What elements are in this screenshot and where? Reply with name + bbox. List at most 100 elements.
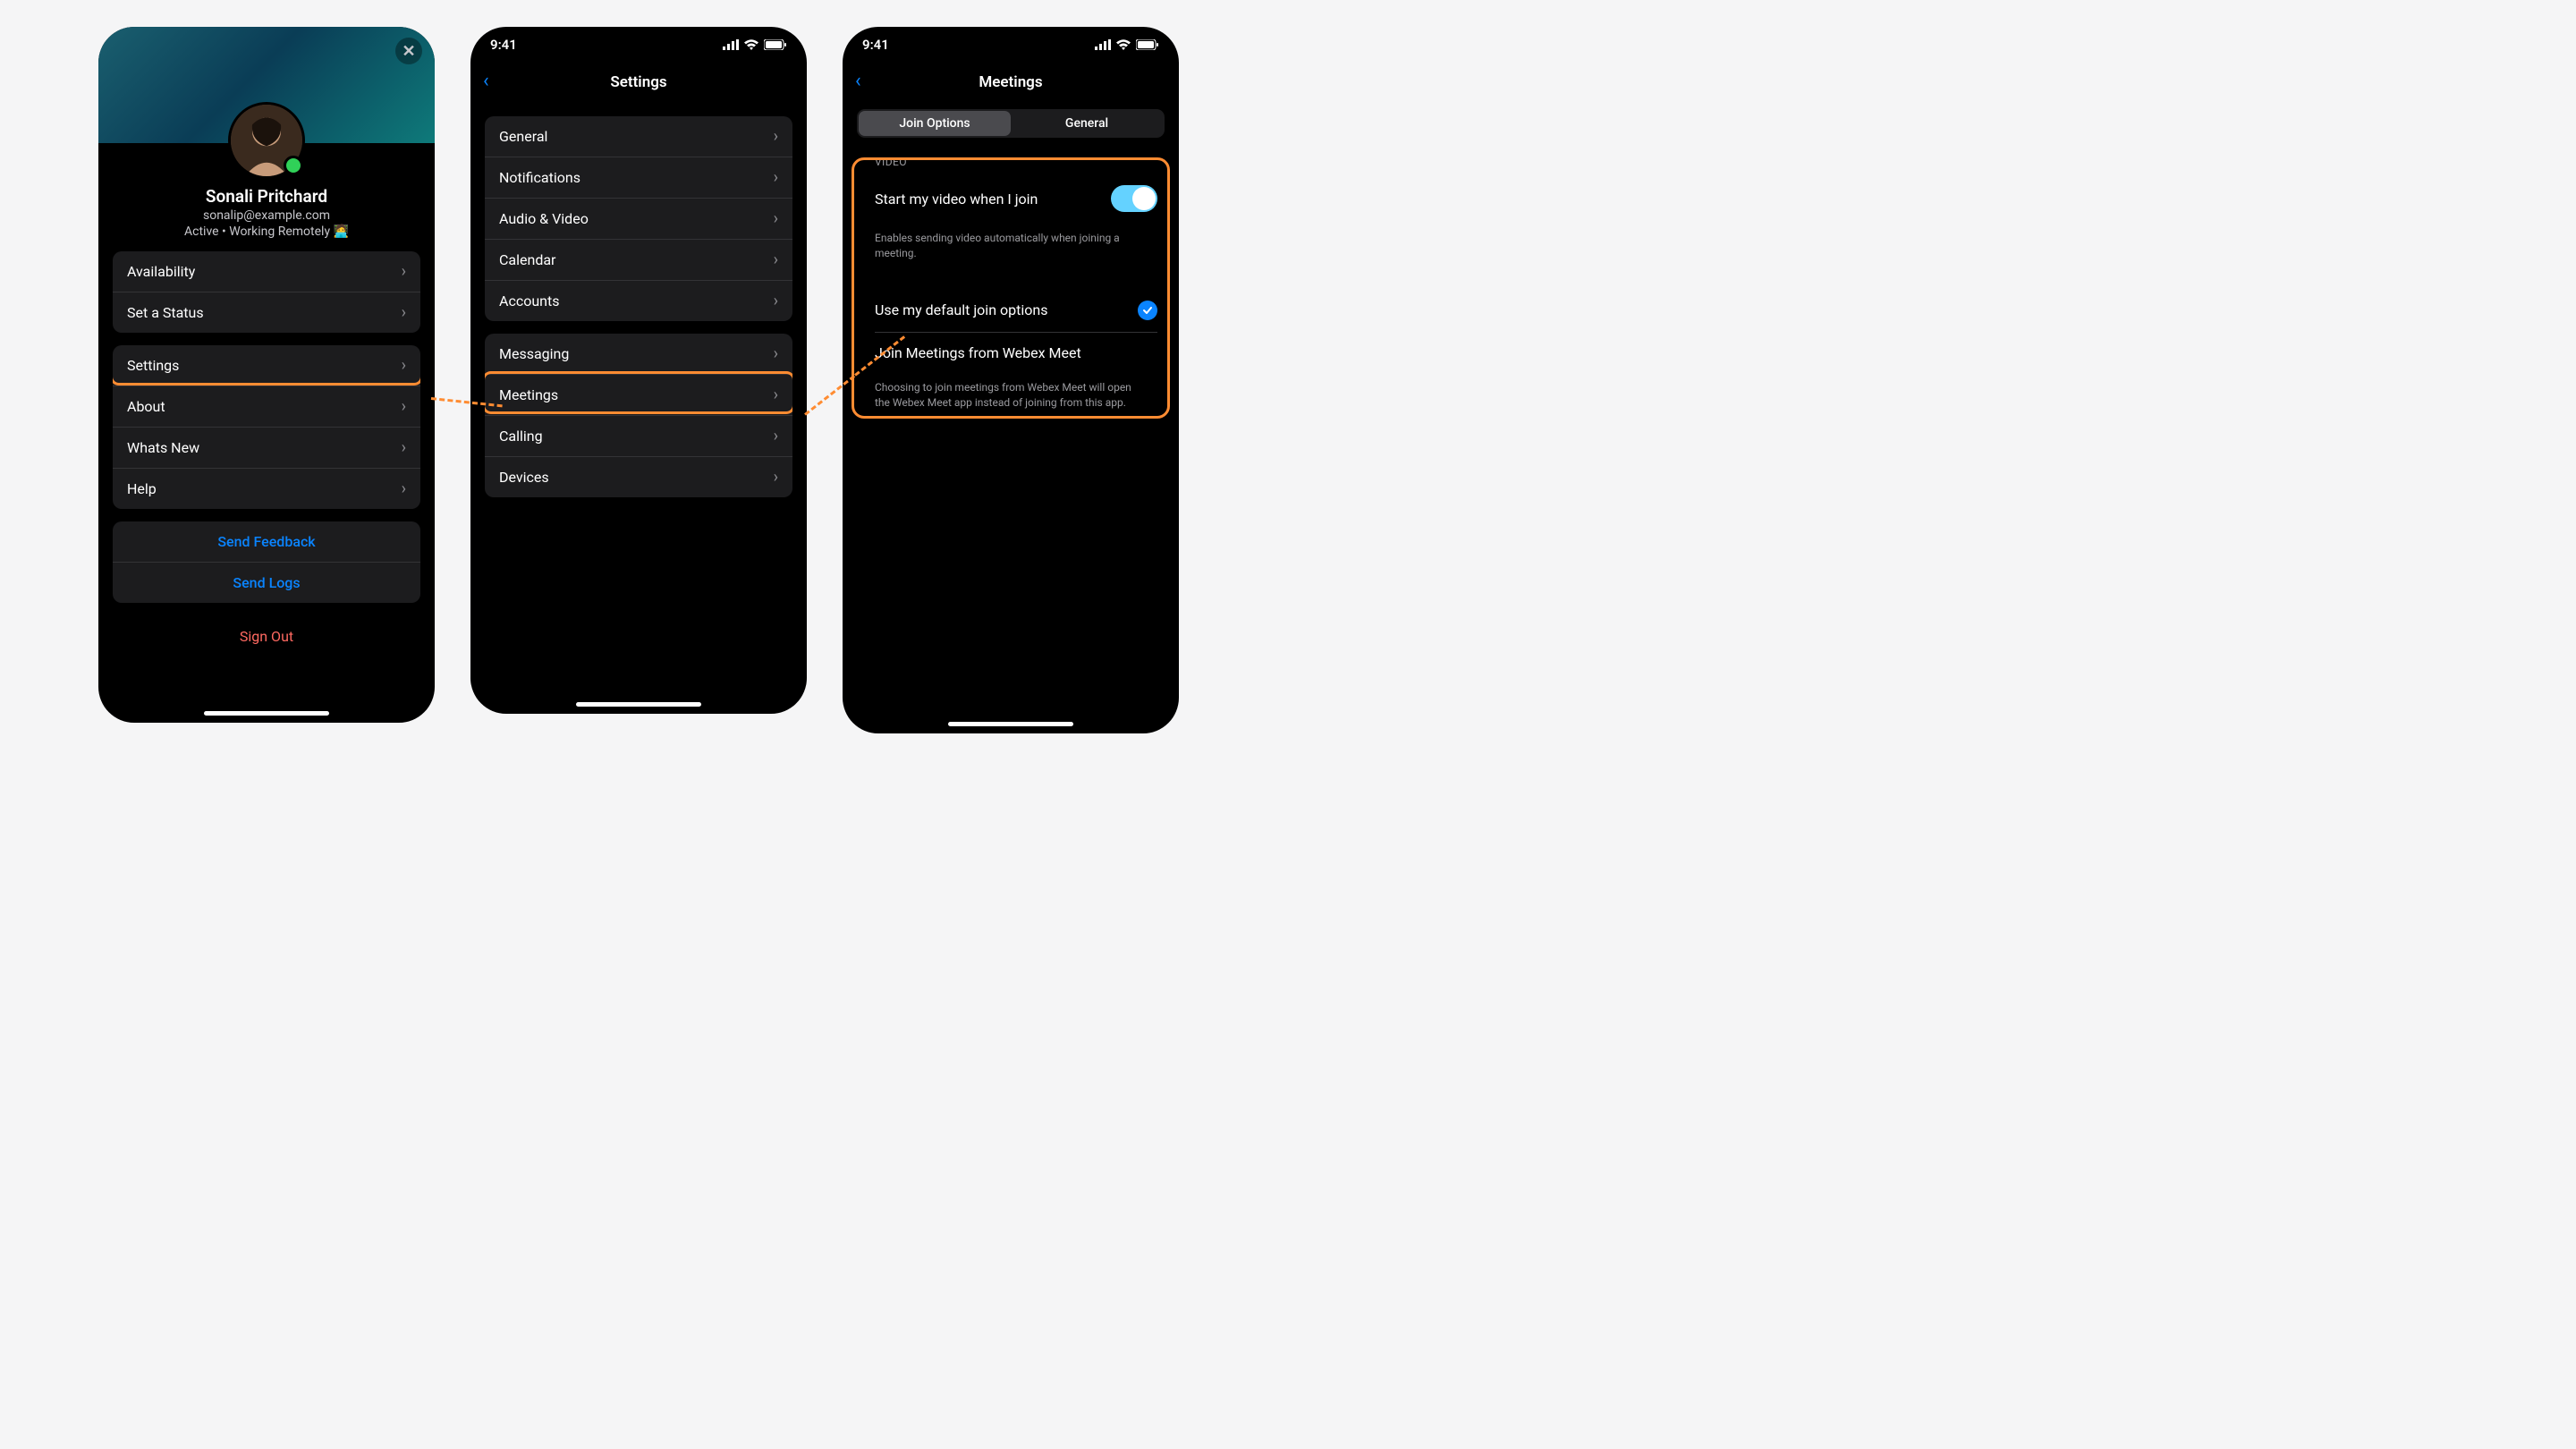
chevron-right-icon: › (402, 358, 406, 374)
status-icons (723, 39, 787, 50)
list-item-label: Send Feedback (217, 533, 315, 550)
list-item-label: General (499, 128, 547, 145)
list-item-label: Send Logs (233, 574, 300, 591)
back-icon[interactable]: ‹ (483, 72, 489, 91)
battery-icon (764, 39, 787, 50)
chevron-right-icon: › (774, 470, 778, 486)
send-logs-item[interactable]: Send Logs (113, 562, 420, 603)
list-item-label: Meetings (499, 386, 558, 403)
chevron-right-icon: › (402, 305, 406, 321)
list-item-label: Notifications (499, 169, 580, 186)
list-item-label: About (127, 398, 165, 415)
availability-item[interactable]: Availability › (113, 251, 420, 292)
set-status-item[interactable]: Set a Status › (113, 292, 420, 333)
tab-join-options[interactable]: Join Options (859, 111, 1011, 136)
profile-group-feedback: Send Feedback Send Logs (113, 521, 420, 603)
option-label: Join Meetings from Webex Meet (875, 344, 1081, 361)
list-item-label: Settings (127, 357, 179, 374)
user-email: sonalip@example.com (114, 208, 419, 223)
profile-group-settings: Settings › About › Whats New › Help › (113, 345, 420, 509)
option-label: Use my default join options (875, 301, 1047, 318)
profile-hero: ✕ (98, 27, 435, 143)
meetings-item[interactable]: Meetings › (485, 374, 792, 415)
settings-screen: 9:41 ‹ Settings General › Notifications › … (470, 27, 807, 714)
presence-dot-icon (284, 156, 303, 175)
sign-out-button[interactable]: Sign Out (98, 621, 435, 652)
settings-group-features: Messaging › Meetings › Calling › Devices › (485, 334, 792, 497)
chevron-right-icon: › (402, 440, 406, 456)
about-item[interactable]: About › (113, 386, 420, 427)
list-item-label: Messaging (499, 345, 569, 362)
settings-group-main: General › Notifications › Audio & Video › C… (485, 116, 792, 321)
three-phones-row: ✕ Sonali Pritchard sonalip@example.com A… (98, 27, 2478, 733)
start-video-toggle-row: Start my video when I join (850, 174, 1172, 224)
list-item-label: Whats New (127, 439, 199, 456)
nav-header: ‹ Meetings (843, 63, 1179, 102)
devices-item[interactable]: Devices › (485, 456, 792, 497)
chevron-right-icon: › (774, 387, 778, 403)
chevron-right-icon: › (402, 264, 406, 280)
back-icon[interactable]: ‹ (855, 72, 861, 91)
user-name: Sonali Pritchard (114, 186, 419, 207)
segmented-control: Join Options General (857, 109, 1165, 138)
join-options-panel: Video Start my video when I join Enables… (850, 156, 1172, 420)
battery-icon (1136, 39, 1159, 50)
list-item-label: Help (127, 480, 157, 497)
whats-new-item[interactable]: Whats New › (113, 427, 420, 468)
default-join-option-row[interactable]: Use my default join options (850, 289, 1172, 332)
check-icon (1138, 301, 1157, 320)
list-item-label: Set a Status (127, 304, 204, 321)
status-time: 9:41 (862, 37, 889, 53)
calling-item[interactable]: Calling › (485, 415, 792, 456)
signal-icon (723, 39, 739, 50)
list-item-label: Availability (127, 263, 195, 280)
calendar-item[interactable]: Calendar › (485, 239, 792, 280)
signal-icon (1095, 39, 1111, 50)
close-icon[interactable]: ✕ (395, 38, 422, 64)
chevron-right-icon: › (774, 346, 778, 362)
general-item[interactable]: General › (485, 116, 792, 157)
wifi-icon (1116, 39, 1131, 50)
list-item-label: Calendar (499, 251, 555, 268)
messaging-item[interactable]: Messaging › (485, 334, 792, 374)
chevron-right-icon: › (402, 481, 406, 497)
identity-block: Sonali Pritchard sonalip@example.com Act… (98, 186, 435, 239)
accounts-item[interactable]: Accounts › (485, 280, 792, 321)
notifications-item[interactable]: Notifications › (485, 157, 792, 198)
settings-item[interactable]: Settings › (113, 345, 420, 386)
start-video-desc: Enables sending video automatically when… (875, 231, 1147, 262)
send-feedback-item[interactable]: Send Feedback (113, 521, 420, 562)
list-item-label: Calling (499, 428, 543, 445)
status-bar: 9:41 (843, 27, 1179, 63)
home-indicator (576, 702, 701, 707)
audio-video-item[interactable]: Audio & Video › (485, 198, 792, 239)
chevron-right-icon: › (774, 211, 778, 227)
profile-group-status: Availability › Set a Status › (113, 251, 420, 333)
section-header-video: Video (875, 156, 1157, 168)
chevron-right-icon: › (774, 129, 778, 145)
tab-general[interactable]: General (1011, 111, 1163, 136)
chevron-right-icon: › (774, 170, 778, 186)
nav-title: Meetings (979, 73, 1042, 91)
list-item-label: Devices (499, 469, 549, 486)
start-video-toggle[interactable] (1111, 185, 1157, 212)
status-bar: 9:41 (470, 27, 807, 63)
nav-title: Settings (610, 73, 666, 91)
list-item-label: Audio & Video (499, 210, 589, 227)
chevron-right-icon: › (774, 428, 778, 445)
status-time: 9:41 (490, 37, 517, 53)
chevron-right-icon: › (402, 399, 406, 415)
meetings-screen: 9:41 ‹ Meetings Join Options General Vid… (843, 27, 1179, 733)
list-item-label: Accounts (499, 292, 559, 309)
option-label: Start my video when I join (875, 191, 1038, 208)
status-icons (1095, 39, 1159, 50)
chevron-right-icon: › (774, 293, 778, 309)
home-indicator (204, 711, 329, 716)
user-status: Active • Working Remotely 🧑‍💻 (114, 225, 419, 239)
chevron-right-icon: › (774, 252, 778, 268)
webex-meet-desc: Choosing to join meetings from Webex Mee… (875, 380, 1147, 411)
help-item[interactable]: Help › (113, 468, 420, 509)
wifi-icon (744, 39, 758, 50)
avatar-wrap (228, 102, 305, 179)
nav-header: ‹ Settings (470, 63, 807, 102)
